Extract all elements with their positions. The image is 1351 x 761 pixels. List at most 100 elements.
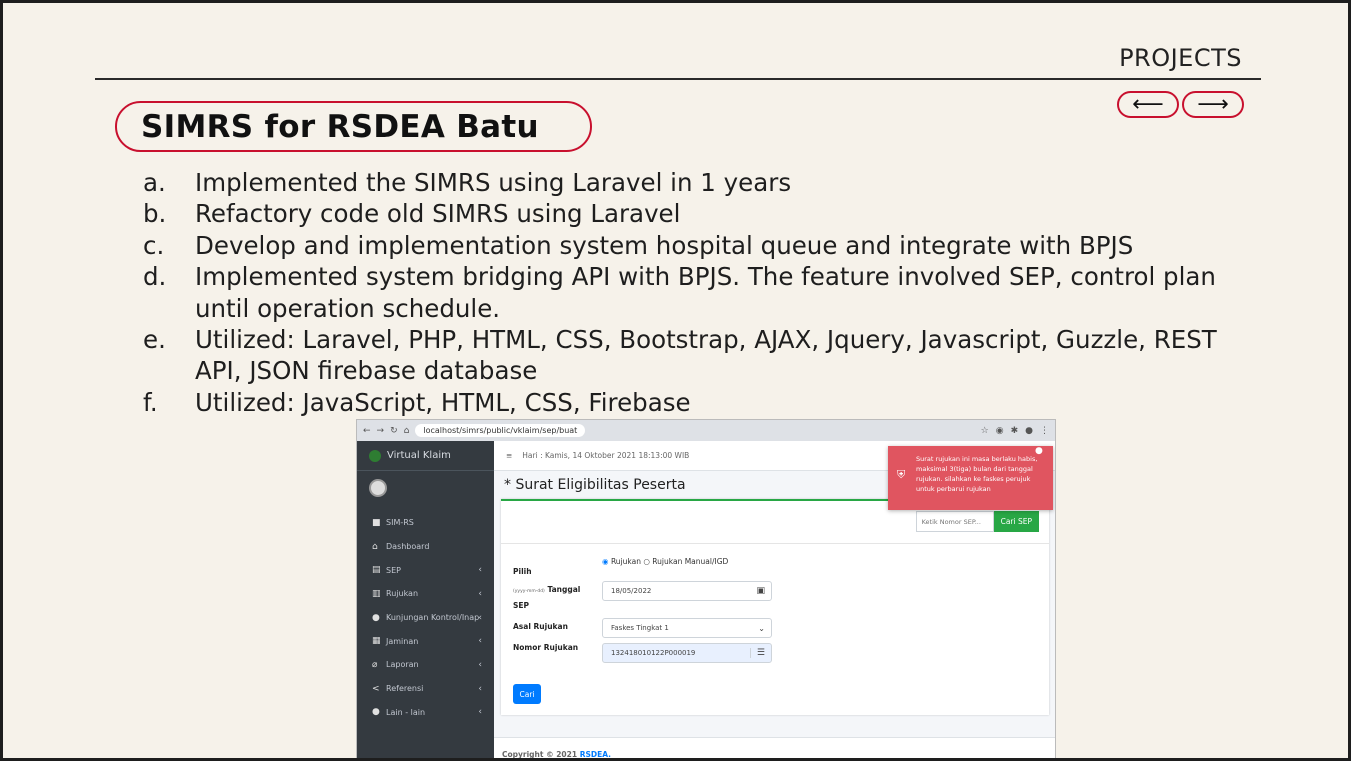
asal-rujukan-select[interactable]: Faskes Tingkat 1 ⌄: [602, 618, 772, 638]
radio-rujukan[interactable]: ◉: [602, 557, 609, 566]
chevron-left-icon: ‹: [478, 612, 482, 623]
sidebar-item-dashboard[interactable]: ⌂ Dashboard: [357, 535, 494, 559]
next-arrow-button[interactable]: ⟶: [1182, 91, 1244, 118]
sidebar-item-jaminan[interactable]: ▦ Jaminan ‹: [357, 629, 494, 653]
cari-button[interactable]: Cari: [513, 684, 541, 704]
address-bar[interactable]: localhost/simrs/public/vklaim/sep/buat: [415, 424, 586, 437]
user-icon[interactable]: ●: [1035, 446, 1043, 456]
star-icon[interactable]: ☆: [981, 426, 989, 436]
nomor-rujukan-input[interactable]: 132418010122P000019 ☰: [602, 643, 772, 663]
sep-search-input[interactable]: [915, 511, 994, 532]
extension-icon[interactable]: ◉: [996, 426, 1004, 436]
chevron-down-icon: ⌄: [758, 623, 765, 633]
list-marker: d.: [143, 262, 167, 292]
tanggal-sep-label: (yyyy-mm-dd) Tanggal: [513, 585, 580, 594]
folder-icon: ■: [372, 517, 381, 528]
brand-name: Virtual Klaim: [387, 450, 451, 461]
forward-icon[interactable]: →: [377, 426, 385, 436]
nomor-rujukan-label: Nomor Rujukan: [513, 643, 579, 652]
reload-icon[interactable]: ↻: [390, 426, 398, 436]
cari-sep-button[interactable]: Cari SEP: [993, 511, 1039, 532]
sidebar-item-lain-lain[interactable]: ● Lain - lain ‹: [357, 701, 494, 725]
sidebar-item-label: Rujukan: [386, 589, 419, 599]
paperclip-icon: ⌀: [372, 659, 378, 670]
chevron-left-icon: ‹: [478, 588, 482, 599]
tanggal-label: Tanggal: [547, 585, 581, 594]
nomor-rujukan-value: 132418010122P000019: [611, 649, 696, 657]
nav-arrows: ⟵ ⟶: [1117, 91, 1244, 118]
list-text: Implemented system bridging API with BPJ…: [195, 262, 1216, 323]
footer-text: Copyright © 2021: [502, 750, 578, 758]
list-text: Utilized: Laravel, PHP, HTML, CSS, Boots…: [195, 325, 1217, 386]
list-marker: c.: [143, 230, 165, 260]
asal-rujukan-value: Faskes Tingkat 1: [611, 624, 669, 632]
home-icon: ⌂: [372, 541, 378, 552]
sidebar-item-sep[interactable]: ▤ SEP ‹: [357, 558, 494, 582]
sidebar-item-rujukan[interactable]: ▥ Rujukan ‹: [357, 582, 494, 606]
list-item: e. Utilized: Laravel, PHP, HTML, CSS, Boo…: [141, 324, 1221, 387]
prev-arrow-button[interactable]: ⟵: [1117, 91, 1179, 118]
profile-icon[interactable]: ●: [1025, 426, 1033, 436]
back-icon[interactable]: ←: [363, 426, 371, 436]
radio-manual-label: Rujukan Manual/IGD: [652, 557, 729, 566]
brand-logo: [369, 449, 381, 462]
avatar[interactable]: [369, 479, 387, 497]
hamburger-icon[interactable]: ≡: [506, 451, 512, 460]
app-screenshot: ← → ↻ ⌂ localhost/simrs/public/vklaim/se…: [356, 419, 1056, 758]
calendar-icon[interactable]: ▣: [756, 586, 765, 596]
sep-label: SEP: [513, 601, 530, 610]
divider: [501, 543, 1049, 544]
sidebar-item-referensi[interactable]: < Referensi ‹: [357, 677, 494, 701]
home-icon[interactable]: ⌂: [404, 426, 410, 436]
sidebar: Virtual Klaim ■ SIM-RS ⌂ Dashboard ▤ SEP ‹ ▥…: [357, 441, 494, 758]
list-marker: f.: [143, 387, 158, 417]
sidebar-item-laporan[interactable]: ⌀ Laporan ‹: [357, 653, 494, 677]
chevron-left-icon: ‹: [478, 683, 482, 694]
error-toast[interactable]: ⛨ Surat rujukan ini masa berlaku habis, …: [888, 446, 1053, 510]
sidebar-item-sim-rs[interactable]: ■ SIM-RS: [357, 511, 494, 535]
sidebar-item-label: Lain - lain: [386, 707, 426, 717]
building-icon: ▦: [372, 636, 381, 647]
sidebar-item-kunjungan[interactable]: ● Kunjungan Kontrol/Inap ‹: [357, 606, 494, 630]
chevron-left-icon: ‹: [478, 636, 482, 647]
list-item: c. Develop and implementation system hosp…: [141, 230, 1221, 261]
sidebar-item-label: SEP: [386, 565, 401, 575]
sidebar-item-label: Referensi: [386, 684, 424, 694]
radio-rujukan-label: Rujukan: [610, 557, 641, 566]
browser-toolbar: ← → ↻ ⌂ localhost/simrs/public/vklaim/se…: [357, 420, 1055, 441]
footer-link[interactable]: RSDEA.: [580, 750, 611, 758]
list-marker: a.: [143, 168, 166, 197]
kebab-menu-icon[interactable]: ⋮: [1040, 426, 1049, 436]
file-icon: ▤: [372, 565, 381, 576]
section-label: PROJECTS: [1119, 44, 1242, 72]
list-item: a. Implemented the SIMRS using Laravel in…: [141, 167, 1221, 198]
sidebar-item-label: Jaminan: [386, 636, 419, 646]
list-text: Refactory code old SIMRS using Laravel: [195, 199, 681, 229]
chevron-left-icon: ‹: [478, 565, 482, 576]
brand[interactable]: Virtual Klaim: [357, 441, 494, 471]
date-format-hint: (yyyy-mm-dd): [513, 589, 545, 594]
list-text: Implemented the SIMRS using Laravel in 1…: [195, 168, 792, 197]
tanggal-sep-input[interactable]: 18/05/2022 ▣: [602, 581, 772, 601]
project-points: a. Implemented the SIMRS using Laravel in…: [141, 167, 1221, 418]
chevron-left-icon: ‹: [478, 659, 482, 670]
pilih-label: Pilih: [513, 567, 532, 576]
slide-title: SIMRS for RSDEA Batu: [141, 108, 539, 145]
list-icon[interactable]: ☰: [749, 648, 765, 658]
list-marker: b.: [143, 199, 167, 229]
tanggal-value: 18/05/2022: [611, 587, 652, 595]
sep-form-card: Cari SEP Pilih ◉ Rujukan ○ Rujukan Manua…: [501, 499, 1049, 715]
list-marker: e.: [143, 325, 166, 355]
footer: Copyright © 2021 RSDEA.: [494, 737, 1055, 758]
date-text: Hari : Kamis, 14 Oktober 2021 18:13:00 W…: [522, 451, 690, 460]
radio-manual[interactable]: ○: [643, 557, 650, 566]
slide: PROJECTS ⟵ ⟶ SIMRS for RSDEA Batu a. Impl…: [3, 3, 1348, 758]
chevron-left-icon: ‹: [478, 707, 482, 718]
sidebar-item-label: SIM-RS: [386, 518, 414, 528]
puzzle-icon[interactable]: ✱: [1011, 426, 1019, 436]
list-item: f. Utilized: JavaScript, HTML, CSS, Fireb…: [141, 387, 1221, 418]
circle-icon: ●: [372, 707, 380, 718]
header-rule: [95, 78, 1261, 80]
list-text: Utilized: JavaScript, HTML, CSS, Firebas…: [195, 387, 691, 417]
clock-icon: ●: [372, 612, 380, 623]
